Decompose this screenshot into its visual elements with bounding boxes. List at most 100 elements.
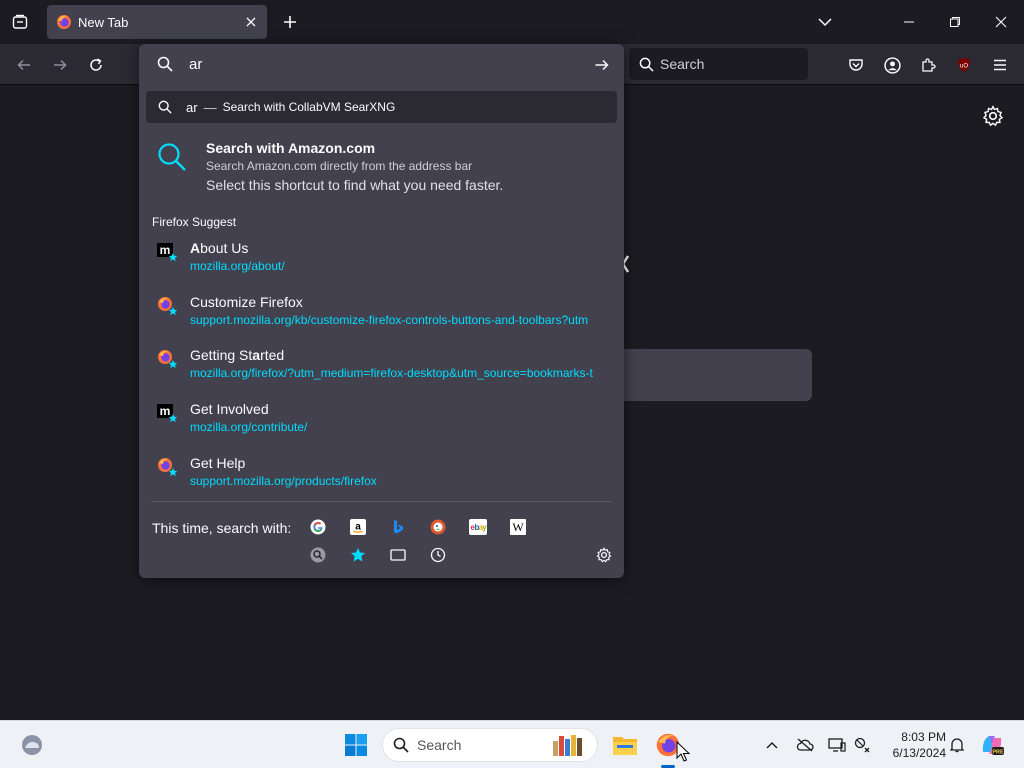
- engine-ebay-button[interactable]: ebay: [467, 516, 489, 538]
- suggestion-url: mozilla.org/contribute/: [190, 420, 308, 434]
- clock-date: 6/13/2024: [892, 746, 946, 760]
- menu-button[interactable]: [987, 52, 1013, 78]
- heuristic-separator: —: [203, 99, 217, 115]
- file-explorer-button[interactable]: [610, 730, 640, 760]
- engine-google-button[interactable]: [307, 516, 329, 538]
- tab-manager-button[interactable]: [8, 10, 32, 34]
- svg-text:a: a: [355, 522, 361, 533]
- forward-button[interactable]: [47, 52, 73, 78]
- svg-text:y: y: [482, 523, 487, 532]
- engine-amazon-button[interactable]: a: [347, 516, 369, 538]
- firefox-icon: [57, 15, 71, 29]
- reload-button[interactable]: [83, 52, 109, 78]
- display-tray-button[interactable]: [826, 735, 848, 755]
- firefox-suggest-label: Firefox Suggest: [152, 215, 237, 229]
- suggestion-title: Get Involved: [190, 401, 269, 417]
- monitor-icon: [828, 738, 846, 752]
- firefox-icon: [158, 458, 178, 476]
- tab-close-button[interactable]: [240, 11, 262, 33]
- close-window-button[interactable]: [978, 0, 1024, 44]
- svg-text:uO: uO: [960, 64, 968, 70]
- copilot-button[interactable]: PRE: [978, 731, 1006, 759]
- tab-new-tab[interactable]: New Tab: [47, 5, 267, 39]
- puzzle-icon: [922, 58, 936, 72]
- gear-icon[interactable]: [982, 105, 1004, 127]
- firefox-icon: [158, 350, 178, 368]
- mozilla-m-icon: m: [157, 243, 178, 261]
- search-icon: [158, 100, 172, 114]
- engine-wikipedia-button[interactable]: W: [507, 516, 529, 538]
- page-search-box[interactable]: [600, 349, 812, 401]
- restore-button[interactable]: [932, 0, 978, 44]
- suggestion-url: mozilla.org/about/: [190, 259, 285, 273]
- firefox-icon: [158, 297, 178, 315]
- search-icon: [158, 143, 186, 171]
- gear-icon: [596, 547, 612, 563]
- onedrive-tray-button[interactable]: [794, 735, 816, 755]
- bell-icon: [950, 738, 964, 753]
- show-hidden-icons-button[interactable]: [762, 735, 782, 755]
- search-settings-button[interactable]: [593, 544, 615, 566]
- system-clock[interactable]: 8:03 PM 6/13/2024: [880, 729, 946, 761]
- amazon-icon: a: [350, 519, 366, 535]
- suggestion-row[interactable]: Customize Firefox support.mozilla.org/kb…: [146, 290, 617, 340]
- list-all-tabs-button[interactable]: [813, 10, 837, 34]
- minimize-button[interactable]: [886, 0, 932, 44]
- heuristic-search-row[interactable]: ar — Search with CollabVM SearXNG: [146, 91, 617, 123]
- ublock-origin-button[interactable]: uO: [951, 52, 977, 78]
- search-icon: [393, 737, 409, 753]
- search-history-button[interactable]: [427, 544, 449, 566]
- suggestion-title-pre: Getting St: [190, 347, 253, 363]
- suggestion-row[interactable]: Getting Started mozilla.org/firefox/?utm…: [146, 343, 617, 393]
- cloud-offline-icon: [796, 738, 814, 752]
- ublock-icon: uO: [958, 58, 970, 72]
- mozilla-m-icon: m: [157, 404, 178, 422]
- minimize-icon: [904, 21, 914, 23]
- taskbar-search-placeholder: Search: [417, 737, 462, 753]
- engine-duckduckgo-button[interactable]: [427, 516, 449, 538]
- bing-icon: [394, 520, 403, 534]
- amazon-search-tip[interactable]: Search with Amazon.com Search Amazon.com…: [151, 136, 611, 196]
- chevron-up-icon: [766, 742, 778, 749]
- tab-manager-icon: [12, 14, 28, 29]
- go-button[interactable]: [591, 54, 613, 76]
- extensions-button[interactable]: [915, 52, 941, 78]
- tip-subtitle: Search Amazon.com directly from the addr…: [206, 159, 473, 173]
- heuristic-query: ar: [186, 99, 198, 115]
- engine-bing-button[interactable]: [387, 516, 409, 538]
- search-highlight-books-icon: [553, 735, 582, 756]
- search-bar[interactable]: Search: [629, 48, 808, 80]
- pocket-button[interactable]: [843, 52, 869, 78]
- account-icon: [883, 56, 901, 74]
- bookmarks-star-icon: [351, 548, 365, 562]
- windows-logo-icon: [345, 734, 367, 756]
- suggestion-row[interactable]: Get Help support.mozilla.org/products/fi…: [146, 451, 617, 501]
- account-button[interactable]: [879, 52, 905, 78]
- suggestion-title: About Us: [190, 240, 248, 256]
- one-off-search-label: This time, search with:: [152, 520, 292, 536]
- suggestion-title-match: a: [252, 347, 261, 363]
- search-icon: [639, 57, 654, 72]
- wikipedia-icon: W: [510, 519, 526, 535]
- tip-description: Select this shortcut to find what you ne…: [206, 177, 504, 193]
- suggestion-row[interactable]: m Get Involved mozilla.org/contribute/: [146, 397, 617, 447]
- suggestion-title: Customize Firefox: [190, 294, 303, 310]
- suggestion-title-rest: bout Us: [200, 240, 249, 256]
- notifications-button[interactable]: [946, 735, 968, 755]
- svg-text:PRE: PRE: [992, 750, 1004, 756]
- engine-searxng-button[interactable]: [307, 544, 329, 566]
- plus-icon: [284, 16, 296, 28]
- hamburger-menu-icon: [994, 59, 1006, 71]
- new-tab-button[interactable]: [278, 10, 302, 34]
- urlbar-input[interactable]: [189, 53, 579, 75]
- folder-icon: [613, 737, 637, 755]
- network-tray-button[interactable]: [852, 735, 874, 755]
- search-bookmarks-button[interactable]: [347, 544, 369, 566]
- searxng-icon: [310, 547, 326, 563]
- widgets-button[interactable]: [18, 732, 46, 758]
- suggestion-row[interactable]: m About Us mozilla.org/about/: [146, 236, 617, 286]
- taskbar-search-box[interactable]: Search: [382, 728, 598, 762]
- search-tabs-button[interactable]: [387, 544, 409, 566]
- back-button[interactable]: [11, 52, 37, 78]
- start-button[interactable]: [341, 731, 371, 759]
